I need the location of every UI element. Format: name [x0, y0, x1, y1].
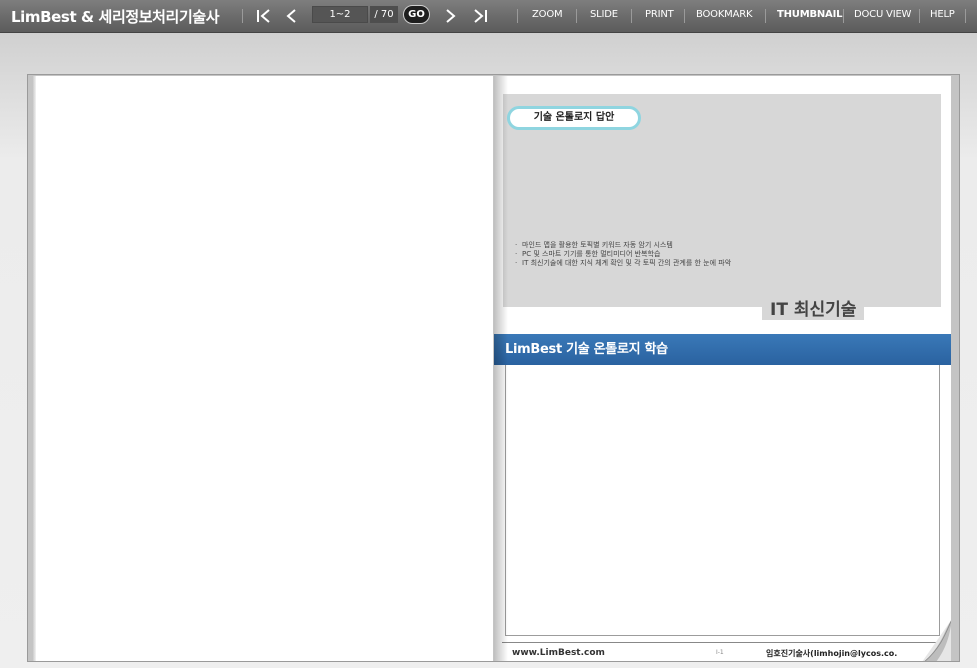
spine-shadow	[494, 76, 508, 661]
list-item: 마인드 맵을 활용한 토픽별 키워드 자동 암기 시스템	[515, 241, 775, 250]
toolbar-divider	[576, 9, 577, 23]
ontology-answer-badge: 기술 온톨로지 답안	[507, 106, 641, 130]
page-number-input[interactable]	[312, 6, 368, 23]
left-page[interactable]	[32, 76, 493, 661]
footer-url: www.LimBest.com	[512, 648, 605, 658]
menu-docu-view[interactable]: DOCU VIEW	[854, 9, 911, 20]
toolbar-divider	[242, 9, 243, 23]
toolbar-divider	[631, 9, 632, 23]
list-item: IT 최신기술에 대한 지식 체계 확인 및 각 토픽 간의 관계를 한 눈에 …	[515, 259, 775, 268]
cover-panel: 기술 온톨로지 답안 마인드 맵을 활용한 토픽별 키워드 자동 암기 시스템 …	[502, 93, 942, 308]
page-curl-icon[interactable]	[922, 619, 951, 661]
right-page[interactable]: 기술 온톨로지 답안 마인드 맵을 활용한 토픽별 키워드 자동 암기 시스템 …	[494, 76, 951, 661]
section-title-band: LimBest 기술 온톨로지 학습	[494, 334, 951, 365]
toolbar-divider	[517, 9, 518, 23]
go-button[interactable]: GO	[403, 5, 430, 24]
content-box	[505, 365, 940, 636]
next-page-icon[interactable]	[440, 6, 460, 26]
menu-bookmark[interactable]: BOOKMARK	[696, 9, 753, 20]
menu-zoom[interactable]: ZOOM	[532, 9, 563, 20]
previous-page-icon[interactable]	[282, 6, 302, 26]
list-item: PC 및 스마트 기기를 통한 멀티미디어 반복학습	[515, 250, 775, 259]
first-page-icon[interactable]	[254, 6, 274, 26]
book-viewer: 기술 온톨로지 답안 마인드 맵을 활용한 토픽별 키워드 자동 암기 시스템 …	[27, 74, 960, 662]
toolbar-divider	[765, 9, 766, 23]
toolbar-divider	[684, 9, 685, 23]
page-total: / 70	[370, 6, 398, 23]
menu-slide[interactable]: SLIDE	[590, 9, 618, 20]
left-page-edge	[32, 76, 36, 661]
last-page-icon[interactable]	[470, 6, 490, 26]
toolbar: LimBest & 세리정보처리기술사 / 70 GO ZOOM SLIDE P…	[0, 0, 977, 33]
footer-author: 임호진기술사(limhojin@lycos.co.	[766, 649, 898, 658]
app-title: LimBest & 세리정보처리기술사	[11, 8, 220, 26]
menu-help[interactable]: HELP	[930, 9, 955, 20]
menu-thumbnail[interactable]: THUMBNAIL	[777, 9, 842, 20]
footer-divider	[502, 642, 942, 643]
feature-list: 마인드 맵을 활용한 토픽별 키워드 자동 암기 시스템 PC 및 스마트 기기…	[515, 241, 775, 268]
menu-print[interactable]: PRINT	[645, 9, 674, 20]
toolbar-divider	[919, 9, 920, 23]
toolbar-divider	[843, 9, 844, 23]
footer-page-number: I-1	[716, 649, 724, 656]
cover-title: IT 최신기술	[762, 295, 865, 320]
toolbar-divider	[965, 9, 966, 23]
